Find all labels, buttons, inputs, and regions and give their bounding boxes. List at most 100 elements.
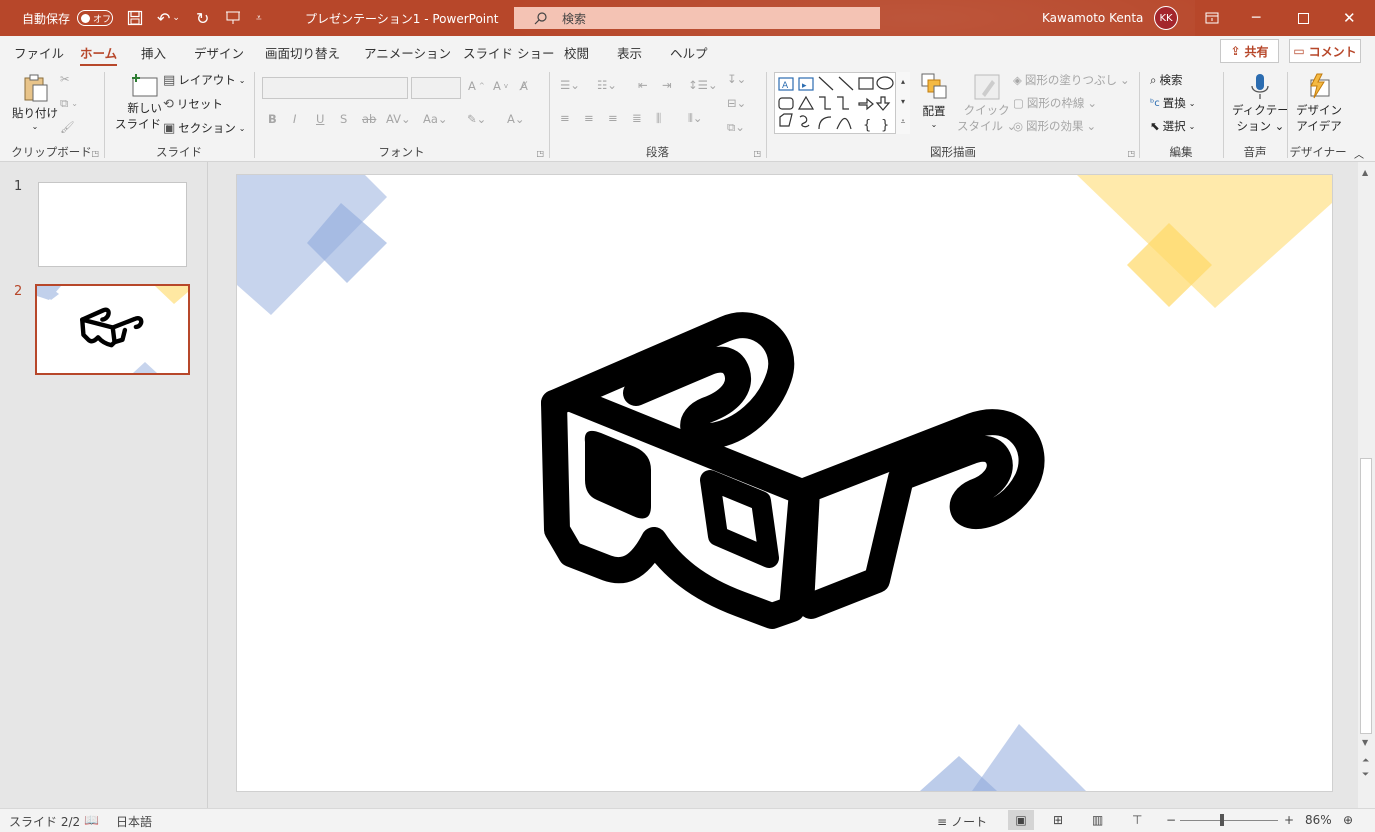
align-text-icon[interactable]: ⊟⌄ [727, 96, 746, 110]
grow-font-icon[interactable]: A ^ [468, 79, 485, 93]
underline-icon[interactable]: U [316, 112, 324, 126]
tab-file[interactable]: ファイル [14, 43, 64, 62]
slideshow-icon[interactable]: ⊤ [1132, 813, 1142, 827]
reset-button[interactable]: ⟲ リセット [163, 96, 223, 112]
font-color-icon[interactable]: A⌄ [507, 112, 525, 126]
tab-help[interactable]: ヘルプ [670, 43, 708, 62]
slide-thumbnail-2[interactable] [35, 284, 190, 375]
bold-icon[interactable]: B [268, 112, 277, 126]
section-button[interactable]: ▣ セクション ⌄ [163, 120, 246, 136]
paste-button[interactable]: 貼り付け ⌄ [12, 72, 58, 131]
select-button[interactable]: ⬉ 選択 ⌄ [1150, 118, 1195, 134]
highlight-icon[interactable]: ✎⌄ [467, 112, 486, 126]
3d-glasses-icon[interactable] [541, 312, 1045, 629]
tab-design[interactable]: デザイン [194, 43, 244, 62]
design-ideas-button[interactable]: デザイン アイデア [1296, 72, 1342, 134]
align-right-icon[interactable]: ≡ [608, 111, 618, 125]
smartart-icon[interactable]: ⧉⌄ [727, 120, 745, 135]
redo-icon[interactable]: ↻ [196, 0, 209, 36]
zoom-slider[interactable] [1180, 820, 1278, 821]
replace-button[interactable]: ᵇc 置換 ⌄ [1150, 95, 1195, 111]
autosave-toggle[interactable]: オフ [77, 0, 113, 36]
share-button[interactable]: ⇪ 共有 [1220, 39, 1279, 63]
scroll-up-icon[interactable]: ▲ [1362, 168, 1368, 177]
maximize-icon[interactable] [1298, 0, 1309, 36]
gallery-scroll[interactable]: ▴ ▾ ⩡ [895, 72, 910, 134]
user-name[interactable]: Kawamoto Kenta [1042, 0, 1143, 36]
minimize-icon[interactable]: ─ [1252, 0, 1260, 36]
slide-indicator[interactable]: スライド 2/2 [9, 813, 80, 830]
font-size-combo[interactable] [411, 77, 461, 99]
italic-icon[interactable]: I [293, 112, 296, 126]
text-direction-icon[interactable]: ↧⌄ [727, 72, 746, 86]
close-icon[interactable]: ✕ [1343, 0, 1356, 36]
tab-animations[interactable]: アニメーション [364, 43, 451, 62]
notes-button[interactable]: ≡ ノート [937, 813, 987, 830]
undo-icon[interactable]: ↶ ⌄ [157, 0, 180, 36]
slide-sorter-icon[interactable]: ⊞ [1053, 813, 1063, 827]
reading-view-icon[interactable]: ▥ [1092, 813, 1103, 827]
customize-qat-icon[interactable]: ⩡ [256, 0, 262, 36]
copy-icon[interactable]: ⧉ ⌄ [60, 96, 78, 111]
scroll-thumb[interactable] [1360, 458, 1372, 734]
font-launcher-icon[interactable]: ◳ [536, 149, 544, 158]
outdent-icon[interactable]: ⇤ [638, 78, 648, 92]
ribbon-display-icon[interactable] [1205, 0, 1219, 36]
distributed-icon[interactable]: ⫼ [656, 111, 661, 126]
bullets-icon[interactable]: ☰⌄ [560, 78, 580, 92]
save-icon[interactable] [127, 0, 143, 36]
spellcheck-icon[interactable]: 📖 [84, 813, 99, 827]
shapes-gallery[interactable]: A ▸ {} [774, 72, 910, 134]
previous-slide-icon[interactable]: ⏶ [1362, 756, 1369, 766]
shape-outline-button[interactable]: ▢ 図形の枠線 ⌄ [1013, 95, 1097, 111]
normal-view-icon[interactable]: ▣ [1008, 810, 1034, 830]
shape-effects-button[interactable]: ◎ 図形の効果 ⌄ [1013, 118, 1096, 134]
align-left-icon[interactable]: ≡ [560, 111, 570, 125]
shadow-icon[interactable]: S [340, 112, 347, 126]
language-indicator[interactable]: 日本語 [116, 813, 152, 830]
shrink-font-icon[interactable]: Av [493, 79, 508, 93]
strike-icon[interactable]: ab [362, 112, 376, 126]
vertical-scrollbar[interactable]: ▲ ▼ ⏶ ⏷ [1358, 162, 1375, 808]
tab-slideshow[interactable]: スライド ショー [463, 43, 554, 62]
collapse-ribbon-icon[interactable]: ︿ [1354, 146, 1364, 161]
spacing-icon[interactable]: AV⌄ [386, 112, 411, 126]
fit-slide-icon[interactable]: ⊕ [1343, 813, 1353, 827]
font-name-combo[interactable] [262, 77, 408, 99]
layout-button[interactable]: ▤ レイアウト ⌄ [163, 72, 246, 88]
zoom-out-icon[interactable]: − [1166, 813, 1176, 827]
dialog-launcher-icon[interactable]: ◳ [91, 149, 99, 158]
tab-view[interactable]: 表示 [617, 43, 642, 62]
clear-format-icon[interactable]: A̸ [520, 79, 528, 93]
scroll-down-icon[interactable]: ▼ [1362, 738, 1368, 747]
format-painter-icon[interactable]: 🖌 [60, 120, 75, 134]
find-button[interactable]: ⌕ 検索 [1150, 72, 1182, 88]
tab-transitions[interactable]: 画面切り替え [265, 43, 340, 62]
quick-styles-button[interactable]: クイック スタイル ⌄ [957, 72, 1016, 134]
cut-icon[interactable]: ✂ [60, 72, 70, 86]
next-slide-icon[interactable]: ⏷ [1362, 770, 1369, 780]
arrange-button[interactable]: 配置 ⌄ [920, 72, 948, 129]
present-icon[interactable] [225, 0, 241, 36]
justify-icon[interactable]: ≣ [632, 111, 642, 125]
slide-thumbnail-1[interactable] [38, 182, 187, 267]
align-center-icon[interactable]: ≡ [584, 111, 594, 125]
case-icon[interactable]: Aa⌄ [423, 112, 448, 126]
tab-insert[interactable]: 挿入 [141, 43, 166, 62]
indent-icon[interactable]: ⇥ [662, 78, 672, 92]
tab-review[interactable]: 校閲 [564, 43, 589, 62]
zoom-in-icon[interactable]: + [1284, 813, 1294, 827]
columns-icon[interactable]: ⫴⌄ [688, 111, 702, 126]
line-spacing-icon[interactable]: ↕☰⌄ [688, 78, 718, 92]
search-input[interactable]: 検索 [514, 7, 880, 29]
shape-fill-button[interactable]: ◈ 図形の塗りつぶし ⌄ [1013, 72, 1130, 88]
zoom-slider-thumb[interactable] [1220, 814, 1224, 826]
paragraph-launcher-icon[interactable]: ◳ [753, 149, 761, 158]
slide-canvas[interactable] [237, 175, 1332, 791]
numbering-icon[interactable]: ☷⌄ [597, 78, 617, 92]
tab-home[interactable]: ホーム [80, 43, 118, 66]
dictate-button[interactable]: ディクテー ション ⌄ [1232, 72, 1289, 134]
comment-button[interactable]: ▭ コメント [1289, 39, 1361, 63]
drawing-launcher-icon[interactable]: ◳ [1127, 149, 1135, 158]
zoom-level[interactable]: 86% [1305, 813, 1332, 827]
